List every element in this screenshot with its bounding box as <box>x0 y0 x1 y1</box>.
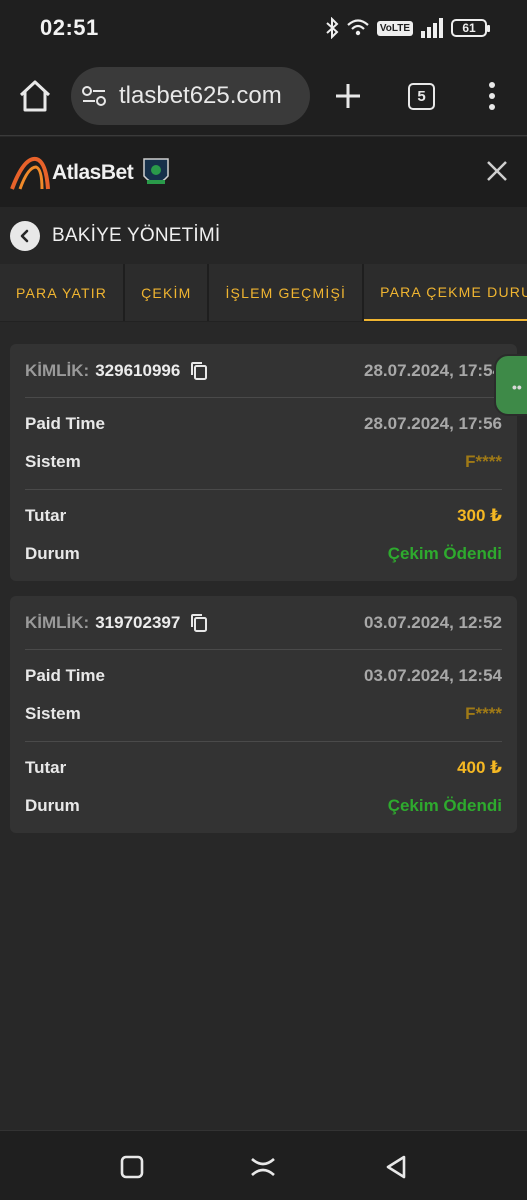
durum-value: Çekim Ödendi <box>387 544 502 563</box>
kimlik-label: KİMLİK: <box>25 613 90 632</box>
sistem-value: F**** <box>465 704 502 723</box>
kimlik-value: 319702397 <box>95 613 181 632</box>
more-options-icon[interactable] <box>482 80 502 112</box>
durum-label: Durum <box>25 544 80 563</box>
recent-apps-icon[interactable] <box>118 1153 146 1181</box>
url-bar[interactable]: tlasbet625.com <box>71 67 310 125</box>
tab-para-cekme-durumu[interactable]: PARA ÇEKME DURUMU <box>364 264 527 321</box>
dots-icon: •• <box>512 379 522 395</box>
created-date: 28.07.2024, 17:54 <box>363 361 502 380</box>
tab-bar: PARA YATIR ÇEKİM İŞLEM GEÇMİŞİ PARA ÇEKM… <box>0 264 527 322</box>
paid-time-value: 28.07.2024, 17:56 <box>363 414 502 433</box>
divider <box>25 397 502 398</box>
tutar-value: 400 ₺ <box>457 758 502 777</box>
tab-islem-gecmisi[interactable]: İŞLEM GEÇMİŞİ <box>209 264 365 321</box>
new-tab-icon[interactable] <box>332 78 364 114</box>
transaction-card: KİMLİK: 329610996 28.07.2024, 17:54 Paid… <box>10 344 517 581</box>
battery-icon: 61 <box>451 19 490 37</box>
page-title: BAKİYE YÖNETİMİ <box>52 224 221 246</box>
copy-icon[interactable] <box>190 361 208 381</box>
paid-time-label: Paid Time <box>25 414 105 433</box>
tab-para-yatir[interactable]: PARA YATIR <box>0 264 126 321</box>
tutar-row: Tutar 300 ₺ <box>25 504 502 528</box>
tutar-value: 300 ₺ <box>457 506 502 525</box>
status-icons: VoLTE 61 <box>325 16 490 40</box>
battery-level: 61 <box>462 21 476 35</box>
volte-badge: VoLTE <box>376 20 413 36</box>
kimlik-value: 329610996 <box>95 361 181 380</box>
paid-time-row: Paid Time 28.07.2024, 17:56 <box>25 412 502 436</box>
durum-row: Durum Çekim Ödendi <box>25 794 502 818</box>
back-nav-icon[interactable] <box>382 1153 410 1181</box>
kimlik-label: KİMLİK: <box>25 361 90 380</box>
wifi-icon <box>347 19 369 36</box>
home-icon[interactable] <box>16 78 54 114</box>
site-header: AtlasBet <box>0 137 527 207</box>
browser-toolbar: tlasbet625.com 5 <box>0 56 527 136</box>
tab-switcher-button[interactable]: 5 <box>408 83 435 110</box>
transaction-card: KİMLİK: 319702397 03.07.2024, 12:52 Paid… <box>10 596 517 833</box>
bluetooth-icon <box>326 17 339 39</box>
paid-time-value: 03.07.2024, 12:54 <box>363 666 502 685</box>
divider <box>25 741 502 742</box>
divider <box>25 489 502 490</box>
tab-cekim[interactable]: ÇEKİM <box>125 264 210 321</box>
tutar-row: Tutar 400 ₺ <box>25 756 502 780</box>
tutar-label: Tutar <box>25 506 67 525</box>
back-button[interactable] <box>10 220 40 251</box>
paid-time-row: Paid Time 03.07.2024, 12:54 <box>25 664 502 688</box>
site-settings-icon[interactable] <box>81 85 107 107</box>
sistem-label: Sistem <box>25 704 81 723</box>
sistem-label: Sistem <box>25 452 81 471</box>
status-bar: 02:51 VoLTE 61 <box>0 0 527 56</box>
tutar-label: Tutar <box>25 758 67 777</box>
section-header: BAKİYE YÖNETİMİ <box>0 207 527 264</box>
atlasbet-logo[interactable]: AtlasBet <box>10 153 171 193</box>
sponsor-badge-icon <box>143 158 169 184</box>
divider <box>25 649 502 650</box>
sistem-row: Sistem F**** <box>25 702 502 726</box>
url-text: tlasbet625.com <box>119 82 282 109</box>
durum-value: Çekim Ödendi <box>387 796 502 815</box>
sistem-row: Sistem F**** <box>25 450 502 474</box>
close-icon[interactable] <box>485 159 509 183</box>
logo-mark-icon <box>10 156 50 190</box>
durum-row: Durum Çekim Ödendi <box>25 542 502 566</box>
floating-side-tab[interactable]: •• <box>494 354 527 416</box>
system-nav-bar <box>0 1130 527 1200</box>
sistem-value: F**** <box>465 452 502 471</box>
card-header-row: KİMLİK: 319702397 03.07.2024, 12:52 <box>25 610 502 636</box>
home-gesture-icon[interactable] <box>249 1153 277 1181</box>
paid-time-label: Paid Time <box>25 666 105 685</box>
logo-text: AtlasBet <box>52 161 134 184</box>
copy-icon[interactable] <box>190 613 208 633</box>
card-header-row: KİMLİK: 329610996 28.07.2024, 17:54 <box>25 358 502 384</box>
chevron-left-icon <box>20 229 29 242</box>
signal-icon <box>421 18 443 38</box>
status-time: 02:51 <box>40 15 99 40</box>
created-date: 03.07.2024, 12:52 <box>363 613 502 632</box>
durum-label: Durum <box>25 796 80 815</box>
